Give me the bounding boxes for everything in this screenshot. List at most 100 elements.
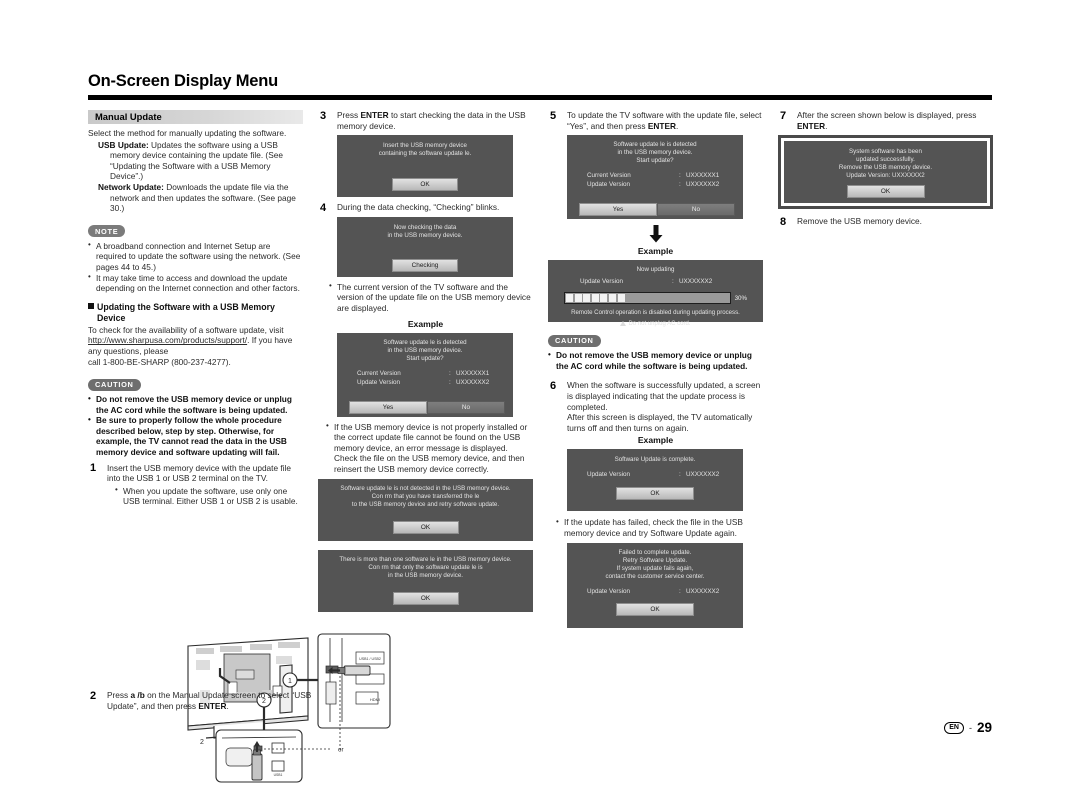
step-1-text: Insert the USB memory device with the up… xyxy=(107,462,292,484)
error-note-text-1: If the USB memory device is not properly… xyxy=(334,421,528,453)
step-2-text-c: . xyxy=(226,700,229,711)
version-row: Current Version : UXXXXXX1 xyxy=(573,171,737,180)
dialog-checking: Now checking the data in the USB memory … xyxy=(337,216,513,277)
step-5-number: 5 xyxy=(550,109,557,122)
network-update-definition: Network Update: Downloads the update fil… xyxy=(88,182,303,214)
svg-text:USB1: USB1 xyxy=(274,773,283,777)
step-5-enter-key: ENTER xyxy=(647,120,676,131)
list-item: Be sure to properly follow the whole pro… xyxy=(88,415,303,457)
manual-update-intro: Select the method for manually updating … xyxy=(88,128,287,138)
caution-block-col1: CAUTION Do not remove the USB memory dev… xyxy=(88,374,303,458)
dialog-line: If system update fails again, xyxy=(616,564,694,572)
ac-cord-warning: Do not unplug AC cord. xyxy=(554,321,757,327)
version-row: Update Version : UXXXXXX2 xyxy=(343,378,507,387)
step-8-text: Remove the USB memory device. xyxy=(797,216,922,227)
step-6-text-2: After this screen is displayed, the TV a… xyxy=(567,412,753,433)
availability-text-3: call 1-800-BE-SHARP (800-237-4277). xyxy=(88,356,231,367)
footer-dash: - xyxy=(968,722,972,733)
ok-button[interactable]: OK xyxy=(616,487,694,501)
dialog-line: Software update le is detected xyxy=(613,141,697,149)
version-key: Update Version xyxy=(587,587,631,595)
availability-paragraph: To check for the availability of a softw… xyxy=(88,325,303,367)
progress-percent-label: 30% xyxy=(734,294,747,302)
error-note-text-2: Check the file on the USB memory device,… xyxy=(334,453,525,474)
version-value: UXXXXXX2 xyxy=(679,278,713,286)
dialog-more-than-one-file: There is more than one software le in th… xyxy=(318,549,533,612)
step-7-enter-key: ENTER xyxy=(797,120,826,131)
step-1: 1 Insert the USB memory device with the … xyxy=(88,462,303,507)
illustration-or-label: or xyxy=(338,747,344,754)
version-key: Current Version xyxy=(357,369,401,377)
column-1: Manual Update Select the method for manu… xyxy=(88,110,391,783)
step-7-text-b: . xyxy=(825,120,828,131)
step-2-number: 2 xyxy=(90,689,97,702)
svg-text:USB1 / USB2: USB1 / USB2 xyxy=(359,657,381,661)
step-2-enter-key: ENTER xyxy=(198,700,227,711)
page-number: 29 xyxy=(976,720,992,735)
down-arrow-icon xyxy=(649,225,662,243)
dialog-line: updated successfully. xyxy=(856,156,915,164)
version-value: UXXXXXX2 xyxy=(686,471,720,479)
yes-button[interactable]: Yes xyxy=(579,203,657,217)
yes-button[interactable]: Yes xyxy=(349,400,427,414)
subheading-usb-memory-update: Updating the Software with a USB Memory … xyxy=(88,302,303,324)
list-item: Do not remove the USB memory device or u… xyxy=(88,394,303,415)
dialog-update-complete: Software Update is complete. Update Vers… xyxy=(567,449,743,512)
dialog-line: in the USB memory device. xyxy=(387,231,463,239)
step-1-number: 1 xyxy=(90,462,97,475)
step-5-text-b: . xyxy=(676,120,679,131)
caution-list: Do not remove the USB memory device or u… xyxy=(88,394,303,458)
dialog-line: Con rm that you have transferred the le xyxy=(371,492,480,500)
version-colon: : xyxy=(679,172,681,180)
step-5-text: To update the TV software with the updat… xyxy=(567,110,763,131)
dialog-line: Failed to complete update. xyxy=(618,548,692,556)
network-update-label: Network Update: xyxy=(98,181,164,192)
caution-badge: CAUTION xyxy=(88,378,141,391)
list-item: If the update has failed, check the file… xyxy=(556,517,763,538)
manual-page: On-Screen Display Menu Manual Update Sel… xyxy=(0,0,1080,793)
list-item: Do not remove the USB memory device or u… xyxy=(548,350,763,371)
header-rule xyxy=(88,95,992,100)
version-display-note: The current version of the TV software a… xyxy=(318,281,533,314)
no-button[interactable]: No xyxy=(427,400,505,414)
dialog-line: containing the software update le. xyxy=(378,150,472,158)
section-title-manual-update: Manual Update xyxy=(88,110,303,124)
step-1-notes: When you update the software, use only o… xyxy=(107,485,303,507)
dialog-success-frame: System software has been updated success… xyxy=(778,135,993,210)
column-4: 7 After the screen shown below is displa… xyxy=(778,110,993,228)
ok-button[interactable]: OK xyxy=(846,185,925,199)
dialog-update-not-detected: Software update le is not detected in th… xyxy=(318,478,533,541)
dialog-line: in the USB memory device. xyxy=(617,149,693,157)
support-url-link[interactable]: http://www.sharpusa.com/products/support… xyxy=(88,335,247,345)
version-colon: : xyxy=(679,181,681,189)
version-value: UXXXXXX1 xyxy=(686,172,720,180)
svg-text:2: 2 xyxy=(200,739,204,746)
version-row: Update Version : UXXXXXX2 xyxy=(554,277,757,286)
no-button[interactable]: No xyxy=(657,203,735,217)
ok-button[interactable]: OK xyxy=(616,602,694,616)
dialog-update-detected: Software update le is detected in the US… xyxy=(337,332,513,417)
ok-button[interactable]: OK xyxy=(392,520,459,534)
version-key: Update Version xyxy=(587,471,631,479)
note-badge: NOTE xyxy=(88,225,126,238)
column-2: 3 Press ENTER to start checking the data… xyxy=(318,110,533,612)
step-4-number: 4 xyxy=(320,201,327,214)
version-key: Update Version xyxy=(587,181,631,189)
dialog-line: There is more than one software le in th… xyxy=(339,555,512,563)
update-failed-note: If the update has failed, check the file… xyxy=(548,517,763,538)
version-value: UXXXXXX2 xyxy=(686,181,720,189)
dialog-line: contact the customer service center. xyxy=(605,572,705,580)
ok-button[interactable]: OK xyxy=(392,178,458,192)
version-colon: : xyxy=(679,471,681,479)
page-title: On-Screen Display Menu xyxy=(88,72,278,90)
caution-badge: CAUTION xyxy=(548,334,601,347)
ok-button[interactable]: OK xyxy=(392,591,459,605)
step-7-text: After the screen shown below is displaye… xyxy=(797,110,993,131)
list-item: It may take time to access and download … xyxy=(88,272,303,294)
square-bullet-icon xyxy=(88,302,94,309)
step-4: 4 During the data checking, “Checking” b… xyxy=(318,201,533,214)
version-row: Update Version : UXXXXXX2 xyxy=(573,470,737,479)
remote-disabled-note: Remote Control operation is disabled dur… xyxy=(571,309,740,317)
list-item: When you update the software, use only o… xyxy=(115,485,303,507)
dialog-line: Software Update is complete. xyxy=(614,456,696,464)
